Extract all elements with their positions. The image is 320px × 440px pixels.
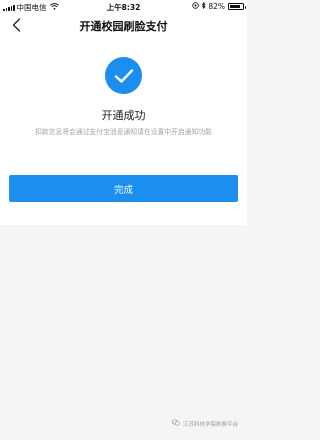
done-button[interactable]: 完成 <box>9 175 238 202</box>
bluetooth-icon <box>201 1 206 11</box>
location-icon <box>192 2 200 11</box>
battery-percent: 82% <box>208 2 225 11</box>
check-circle-icon <box>105 57 142 94</box>
nav-bar: 开通校园刷脸支付 <box>0 13 247 37</box>
status-bar: 中国电信 上午8:32 82% <box>0 0 247 13</box>
page-title: 开通校园刷脸支付 <box>79 20 168 33</box>
battery-icon <box>228 3 246 10</box>
success-title: 开通成功 <box>101 109 146 122</box>
result-panel: 开通成功 扣款信息将会通过支付宝消息通知请在设置中开启通知功能 完成 <box>0 37 247 225</box>
watermark-text: 江苏科技学院刷费平台 <box>183 421 239 428</box>
success-description: 扣款信息将会通过支付宝消息通知请在设置中开启通知功能 <box>35 128 212 136</box>
wechat-icon <box>171 419 180 428</box>
watermark: 江苏科技学院刷费平台 <box>171 419 239 428</box>
